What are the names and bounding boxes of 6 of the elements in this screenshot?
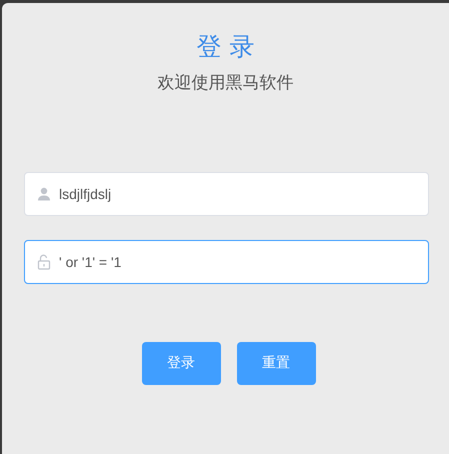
- dialog-title: 登 录: [196, 34, 254, 59]
- welcome-text: 欢迎使用黑马软件: [158, 73, 294, 94]
- unlocked-padlock-icon: [37, 254, 51, 270]
- user-icon: [37, 187, 51, 202]
- input-field[interactable]: ' or '1' = '1: [24, 240, 429, 284]
- input-field[interactable]: lsdjlfjdslj: [24, 172, 429, 216]
